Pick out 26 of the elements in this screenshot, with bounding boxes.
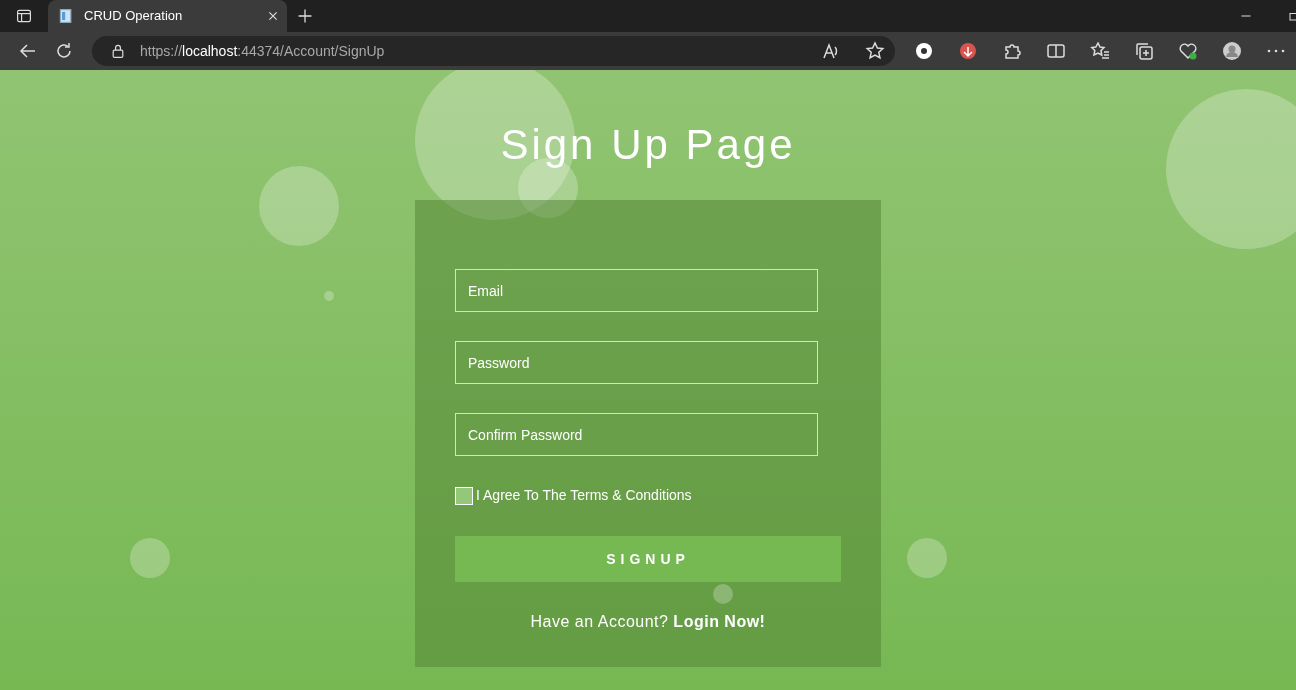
bubble [713,584,733,604]
star-icon[interactable] [865,41,885,61]
input-field[interactable]: Email [455,269,818,312]
sidebar-toggle-icon[interactable] [16,8,32,24]
page-title: Sign Up Page [500,120,796,170]
restore-icon[interactable] [1289,11,1296,21]
new-tab-icon[interactable] [297,8,313,24]
lock-icon [110,43,126,59]
puzzle-icon[interactable] [1002,41,1022,61]
input-field[interactable]: Password [455,341,818,384]
page-icon [58,8,74,24]
input-field[interactable]: Confirm Password [455,413,818,456]
close-icon[interactable] [267,10,279,22]
account-prompt: Have an Account? Login Now! [529,612,767,632]
favorites-icon[interactable] [1090,41,1110,61]
browser-tab[interactable]: CRUD Operation [48,0,287,32]
checkbox-label: I Agree To The Terms & Conditions [476,486,692,505]
avatar-icon[interactable] [1222,41,1242,61]
collections-icon[interactable] [1134,41,1154,61]
split-screen-icon[interactable] [1046,41,1066,61]
bubble [130,538,170,578]
reload-icon[interactable] [54,41,74,61]
bubble [324,291,334,301]
heart-pulse-icon[interactable] [1178,41,1198,61]
bubble [907,538,947,578]
checkbox[interactable] [455,486,473,505]
